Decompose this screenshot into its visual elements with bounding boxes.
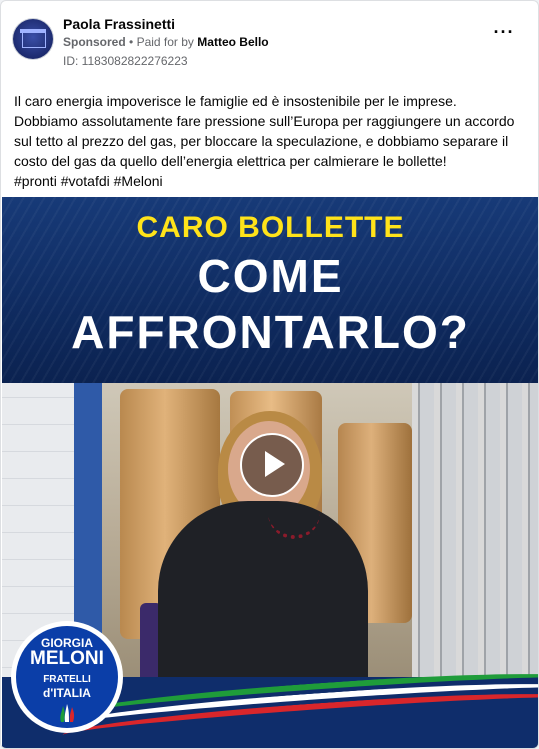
sponsored-post-card: Paola Frassinetti Sponsored • Paid for b… <box>0 0 539 749</box>
sponsored-meta: Sponsored • Paid for by Matteo Bello <box>63 35 269 49</box>
page-avatar[interactable] <box>13 19 53 59</box>
logo-text-fratelli: FRATELLI <box>43 674 91 685</box>
party-logo: GIORGIA MELONI FRATELLI d'ITALIA <box>11 621 123 733</box>
meta-separator: • <box>129 35 134 49</box>
more-options-button[interactable]: ··· <box>492 23 516 45</box>
sponsored-label: Sponsored <box>63 35 126 49</box>
logo-text-italia: d'ITALIA <box>43 686 91 700</box>
headline-affrontarlo: AFFRONTARLO? <box>71 306 470 358</box>
post-hashtags[interactable]: #pronti #votafdi #Meloni <box>14 171 526 191</box>
logo-text-meloni: MELONI <box>30 648 104 669</box>
video-player[interactable]: CARO BOLLETTE COME AFFRONTARLO? GIORGIA … <box>2 197 538 748</box>
tricolor-flame-icon <box>60 704 75 722</box>
page-name-link[interactable]: Paola Frassinetti <box>63 16 175 32</box>
paid-for-prefix: Paid for by <box>136 35 194 49</box>
post-body-line: Il caro energia impoverisce le famiglie … <box>14 93 457 109</box>
post-header: Paola Frassinetti Sponsored • Paid for b… <box>13 13 526 73</box>
video-title-banner: CARO BOLLETTE COME AFFRONTARLO? <box>2 197 538 383</box>
ad-id: ID: 1183082822276223 <box>63 54 188 68</box>
paid-for-name: Matteo Bello <box>197 35 269 49</box>
post-body-line: Dobbiamo assolutamente fare pressione su… <box>14 113 515 169</box>
post-body-text: Il caro energia impoverisce le famiglie … <box>14 91 526 191</box>
party-logo-disc: GIORGIA MELONI FRATELLI d'ITALIA <box>16 626 118 728</box>
headline-caro-bollette: CARO BOLLETTE <box>136 211 405 244</box>
play-button[interactable] <box>240 433 304 497</box>
headline-come: COME <box>197 250 344 302</box>
play-icon <box>265 451 285 477</box>
building-graphic <box>22 33 46 48</box>
